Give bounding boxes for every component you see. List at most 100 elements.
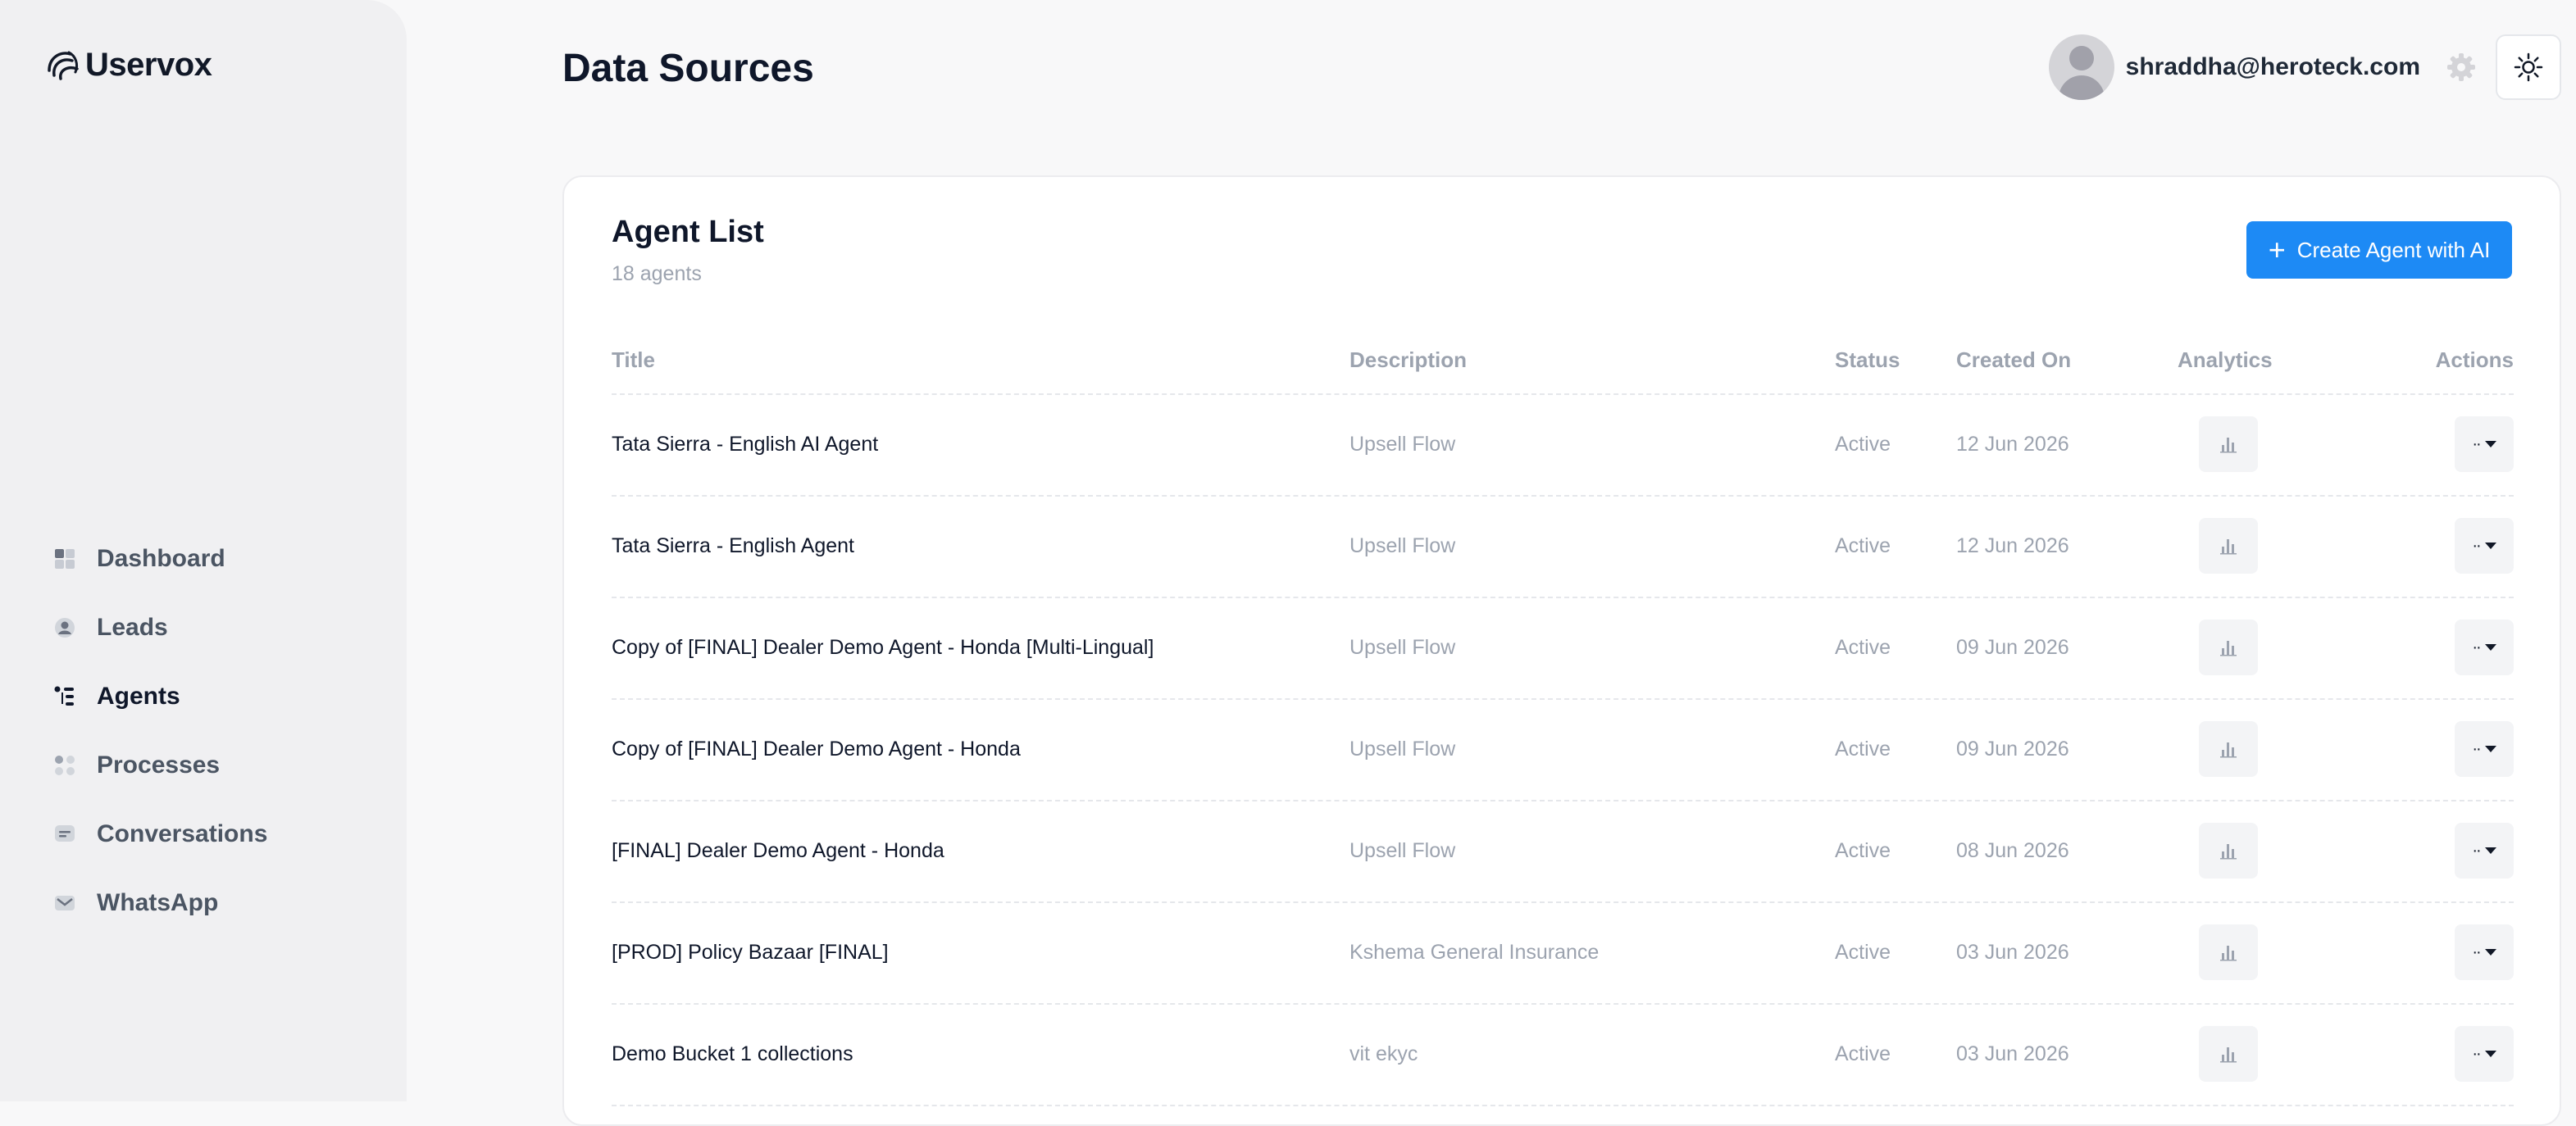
gear-icon[interactable] xyxy=(2445,51,2478,84)
analytics-button[interactable] xyxy=(2199,721,2258,777)
more-icon: ·· xyxy=(2472,434,2481,453)
sidebar-item-conversations[interactable]: Conversations xyxy=(54,800,267,869)
chevron-down-icon xyxy=(2484,746,2496,752)
sidebar-nav: Dashboard Leads Agents Processes Convers… xyxy=(54,524,267,938)
table-row[interactable]: Copy of [FINAL] Dealer Demo Agent - Hond… xyxy=(612,598,2514,700)
agent-title[interactable]: Copy of [FINAL] Dealer Demo Agent - Hond… xyxy=(612,738,1021,761)
column-status[interactable]: Status xyxy=(1835,347,1900,373)
status-badge: Active xyxy=(1835,839,1891,862)
chevron-down-icon xyxy=(2484,949,2496,956)
actions-dropdown[interactable]: ·· xyxy=(2455,518,2514,574)
created-date: 08 Jun 2026 xyxy=(1956,839,2069,862)
agents-list-icon xyxy=(54,686,75,707)
actions-dropdown[interactable]: ·· xyxy=(2455,1026,2514,1082)
brand-logo[interactable]: Uservox xyxy=(44,46,212,84)
agent-description: vit ekyc xyxy=(1349,1042,1418,1065)
sidebar-item-label: Dashboard xyxy=(97,545,225,572)
table-row[interactable]: Tata Sierra - English Agent Upsell Flow Ac… xyxy=(612,497,2514,598)
create-agent-button[interactable]: + Create Agent with AI xyxy=(2246,221,2512,279)
column-title[interactable]: Title xyxy=(612,347,655,373)
sidebar-item-agents[interactable]: Agents xyxy=(54,662,267,731)
sidebar: Uservox Dashboard Leads Agents Processes xyxy=(0,0,407,1101)
user-email: shraddha@heroteck.com xyxy=(2125,53,2420,80)
table-row[interactable]: Copy of [FINAL] Dealer Demo Agent - Hond… xyxy=(612,700,2514,801)
agent-list-card: Agent List 18 agents + Create Agent with… xyxy=(562,175,2561,1126)
more-icon: ·· xyxy=(2472,1044,2481,1063)
bar-chart-icon xyxy=(2220,946,2237,961)
table-row[interactable]: [PROD] Policy Bazaar [FINAL] Kshema Gener… xyxy=(612,903,2514,1005)
agent-title[interactable]: [PROD] Policy Bazaar [FINAL] xyxy=(612,941,889,965)
avatar[interactable] xyxy=(2048,34,2114,100)
chat-icon xyxy=(54,824,75,845)
analytics-button[interactable] xyxy=(2199,620,2258,675)
column-created-on[interactable]: Created On xyxy=(1956,347,2071,373)
user-menu[interactable]: shraddha@heroteck.com xyxy=(2048,34,2478,100)
agent-description: Upsell Flow xyxy=(1349,636,1456,659)
table-row[interactable]: [FINAL] Dealer Demo Agent - Honda Upsell … xyxy=(612,801,2514,903)
uservox-logo-icon xyxy=(48,51,79,80)
agent-description: Kshema General Insurance xyxy=(1349,941,1600,964)
more-icon: ·· xyxy=(2472,739,2481,758)
status-badge: Active xyxy=(1835,941,1891,964)
status-badge: Active xyxy=(1835,433,1891,456)
sidebar-item-processes[interactable]: Processes xyxy=(54,731,267,800)
status-badge: Active xyxy=(1835,636,1891,659)
actions-dropdown[interactable]: ·· xyxy=(2455,620,2514,675)
actions-dropdown[interactable]: ·· xyxy=(2455,416,2514,472)
agent-title[interactable]: Tata Sierra - English AI Agent xyxy=(612,433,878,456)
actions-dropdown[interactable]: ·· xyxy=(2455,721,2514,777)
agent-description: Upsell Flow xyxy=(1349,534,1456,557)
sidebar-item-label: Agents xyxy=(97,683,180,710)
page-title: Data Sources xyxy=(562,47,814,90)
plus-icon: + xyxy=(2268,233,2286,266)
sidebar-item-leads[interactable]: Leads xyxy=(54,593,267,662)
chevron-down-icon xyxy=(2484,441,2496,447)
created-date: 09 Jun 2026 xyxy=(1956,738,2069,761)
column-actions: Actions xyxy=(2435,347,2514,372)
table-header: Title Description Status Created On Anal… xyxy=(612,325,2514,395)
chevron-down-icon xyxy=(2484,543,2496,549)
more-icon: ·· xyxy=(2472,841,2481,860)
table-row[interactable]: Tata Sierra - English AI Agent Upsell Flo… xyxy=(612,395,2514,497)
mail-icon xyxy=(54,892,75,914)
bar-chart-icon xyxy=(2220,742,2237,758)
agent-title[interactable]: Tata Sierra - English Agent xyxy=(612,534,854,558)
created-date: 09 Jun 2026 xyxy=(1956,636,2069,659)
bar-chart-icon xyxy=(2220,539,2237,555)
analytics-button[interactable] xyxy=(2199,416,2258,472)
sidebar-item-label: Processes xyxy=(97,751,221,779)
status-badge: Active xyxy=(1835,1042,1891,1065)
theme-toggle-button[interactable] xyxy=(2496,34,2561,100)
analytics-button[interactable] xyxy=(2199,1026,2258,1082)
column-description[interactable]: Description xyxy=(1349,347,1467,373)
bar-chart-icon xyxy=(2220,438,2237,453)
more-icon: ·· xyxy=(2472,638,2481,656)
actions-dropdown[interactable]: ·· xyxy=(2455,823,2514,879)
card-title: Agent List xyxy=(612,215,764,249)
agent-description: Upsell Flow xyxy=(1349,839,1456,862)
created-date: 03 Jun 2026 xyxy=(1956,941,2069,964)
agent-title[interactable]: [FINAL] Dealer Demo Agent - Honda xyxy=(612,839,944,863)
dashboard-icon xyxy=(54,548,75,570)
sidebar-item-label: Leads xyxy=(97,614,168,641)
table-row[interactable]: Demo Bucket 1 collections vit ekyc Active 0… xyxy=(612,1005,2514,1106)
chevron-down-icon xyxy=(2484,1051,2496,1057)
created-date: 03 Jun 2026 xyxy=(1956,1042,2069,1065)
more-icon: ·· xyxy=(2472,536,2481,555)
actions-dropdown[interactable]: ·· xyxy=(2455,924,2514,980)
sidebar-item-whatsapp[interactable]: WhatsApp xyxy=(54,869,267,938)
created-date: 12 Jun 2026 xyxy=(1956,534,2069,557)
user-circle-icon xyxy=(54,617,75,638)
agent-title[interactable]: Demo Bucket 1 collections xyxy=(612,1042,853,1066)
agent-description: Upsell Flow xyxy=(1349,738,1456,761)
brand-name: Uservox xyxy=(85,46,212,83)
analytics-button[interactable] xyxy=(2199,924,2258,980)
bar-chart-icon xyxy=(2220,641,2237,656)
processes-icon xyxy=(54,755,75,776)
agent-title[interactable]: Copy of [FINAL] Dealer Demo Agent - Hond… xyxy=(612,636,1154,660)
create-agent-label: Create Agent with AI xyxy=(2296,237,2491,262)
sidebar-item-dashboard[interactable]: Dashboard xyxy=(54,524,267,593)
analytics-button[interactable] xyxy=(2199,518,2258,574)
analytics-button[interactable] xyxy=(2199,823,2258,879)
bar-chart-icon xyxy=(2220,844,2237,860)
